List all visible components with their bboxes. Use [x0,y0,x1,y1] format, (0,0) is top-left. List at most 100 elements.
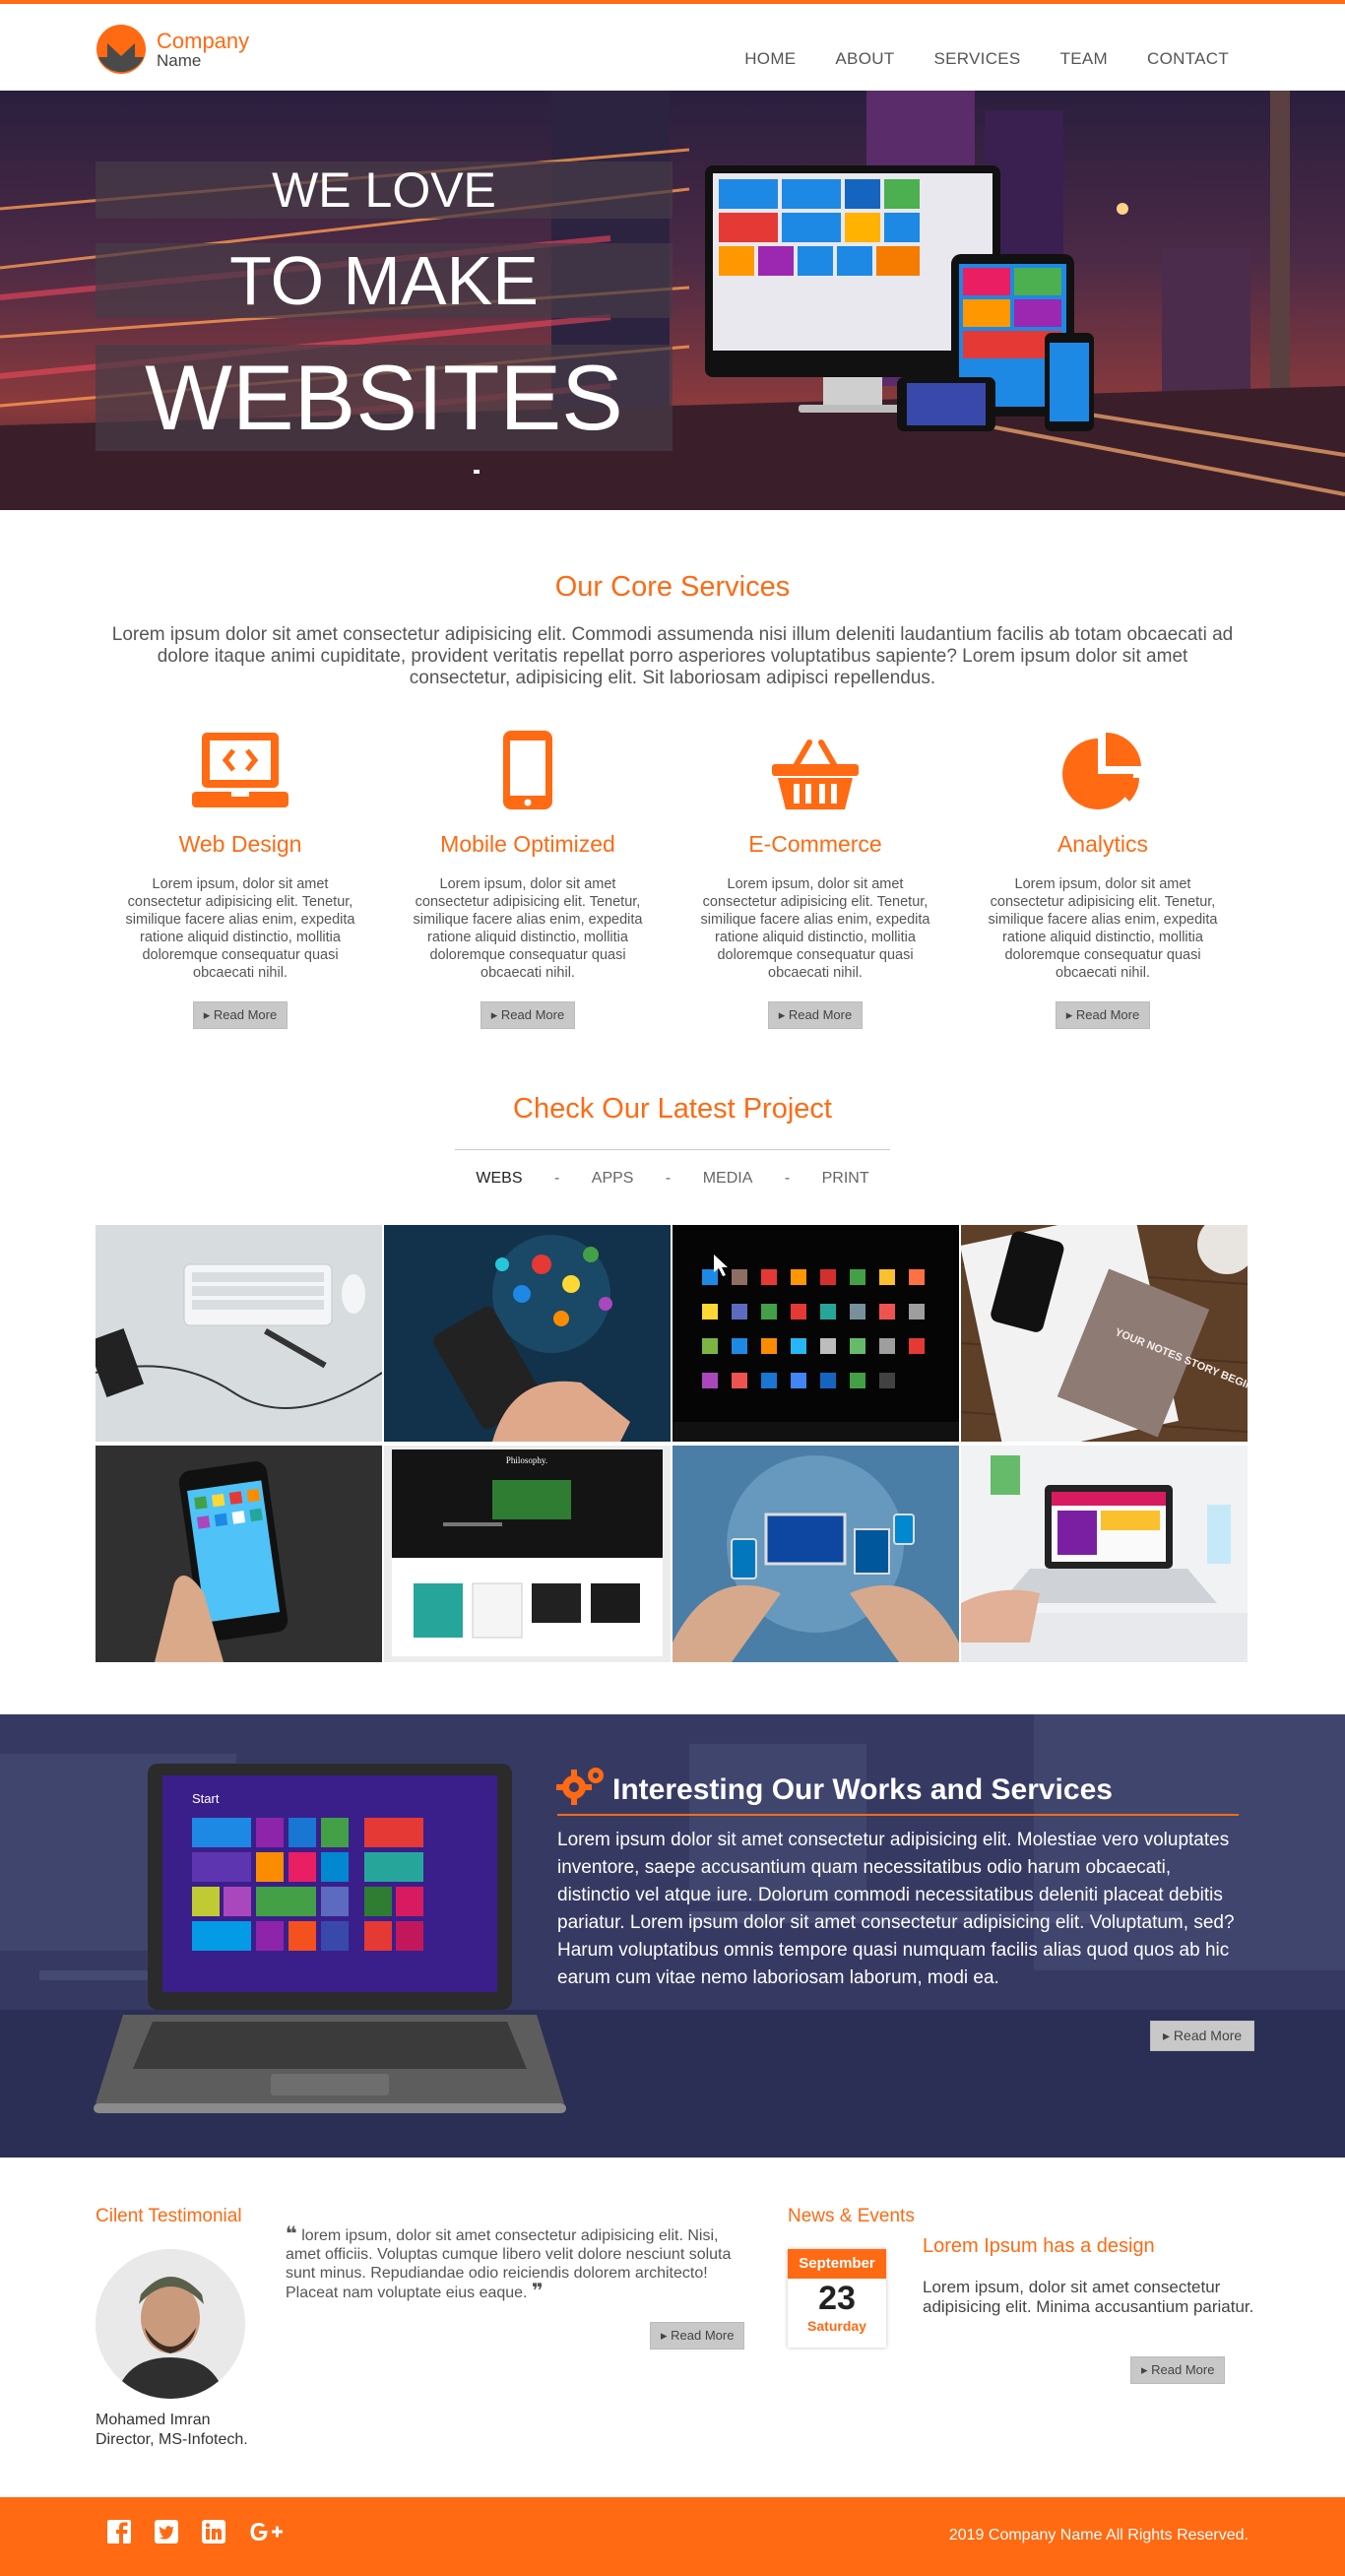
service-text: Lorem ipsum, dolor sit amet consectetur … [700,876,930,981]
project-filters: WEBS - APPS - MEDIA - PRINT [0,1170,1345,1188]
testimonial-read-more-button[interactable]: ▸ Read More [650,2322,745,2350]
nav-about[interactable]: ABOUT [835,49,894,69]
hand-iphone-image [96,1446,382,1662]
laptop-screen-title: Start [192,1791,220,1806]
filter-separator: - [553,1170,560,1187]
filter-apps[interactable]: APPS [592,1170,634,1187]
social-links [106,2519,284,2544]
filter-webs[interactable]: WEBS [476,1170,522,1187]
news-read-more-button[interactable]: ▸ Read More [1130,2356,1226,2384]
calendar-weekday: Saturday [807,2318,866,2334]
read-more-button[interactable]: ▸ Read More [192,1001,288,1029]
service-mobile-optimized: Mobile Optimized Lorem ipsum, dolor sit … [395,727,661,1029]
logo-name: Name [157,50,202,70]
read-more-button[interactable]: ▸ Read More [767,1001,864,1029]
service-title: Mobile Optimized [440,831,615,857]
site-footer: 2019 Company Name All Rights Reserved. [0,2497,1345,2576]
project-tile-notes[interactable]: YOUR NOTES STORY BEGINS HERE [961,1225,1248,1442]
copyright-text: 2019 Company Name All Rights Reserved. [948,2527,1249,2544]
filter-media[interactable]: MEDIA [703,1170,753,1187]
site-header: Company Name HOME ABOUT SERVICES TEAM CO… [0,4,1345,91]
person-name: Mohamed Imran [96,2412,211,2428]
calendar-month: September [788,2249,886,2279]
works-title-underline [557,1814,1239,1816]
service-text: Lorem ipsum, dolor sit amet consectetur … [413,876,643,981]
project-tile-iphone[interactable] [96,1446,382,1662]
shopping-basket-icon [772,740,859,809]
laptop-code-icon [192,733,288,807]
service-text: Lorem ipsum, dolor sit amet consectetur … [988,876,1218,981]
person-role: Director, MS-Infotech. [96,2431,248,2448]
service-text: Lorem ipsum, dolor sit amet consectetur … [125,876,355,981]
hero-banner: WE LOVE TO MAKE WEBSITES [0,91,1345,510]
logo[interactable]: Company Name [96,24,249,75]
testimonial-quote: ❝ lorem ipsum, dolor sit amet consectetu… [286,2223,748,2302]
service-title: E-Commerce [748,831,882,857]
service-web-design: Web Design Lorem ipsum, dolor sit amet c… [107,727,373,1029]
hero-line-2: TO MAKE [96,243,672,318]
works-section: Start Interesting Our Works and Services… [0,1714,1345,2157]
project-tile-blog-template[interactable]: Philosophy. [384,1446,671,1662]
facebook-icon[interactable] [106,2519,132,2544]
laptop-on-desk-image [961,1446,1248,1662]
services-intro: Lorem ipsum dolor sit amet consectetur a… [111,624,1234,688]
quote-close-icon: ❞ [531,2281,544,2302]
news-date-calendar: September 23 Saturday [788,2249,886,2348]
laptop-start-screen-image: Start [94,1764,566,2113]
news-text: Lorem ipsum, dolor sit amet consectetur … [923,2278,1254,2316]
service-e-commerce: E-Commerce Lorem ipsum, dolor sit amet c… [682,727,948,1029]
services-title: Our Core Services [554,571,791,603]
blog-title-text: Philosophy. [506,1455,547,1465]
responsive-devices-illustration [705,165,1094,431]
quote-text: lorem ipsum, dolor sit amet consectetur … [286,2227,732,2301]
avatar [96,2249,245,2399]
nav-services[interactable]: SERVICES [933,49,1020,69]
project-tile-devices-hands[interactable] [672,1446,959,1662]
filter-separator: - [784,1170,791,1187]
calendar-day: 23 [818,2280,856,2317]
blog-template-image: Philosophy. [384,1446,671,1662]
logo-company: Company [157,28,250,53]
mobile-icon [503,731,552,809]
google-plus-icon[interactable] [248,2519,284,2544]
filter-print[interactable]: PRINT [822,1170,869,1187]
works-read-more-button[interactable]: ▸ Read More [1150,2021,1255,2051]
project-tile-keyboard[interactable] [96,1225,382,1442]
hero-line-1: WE LOVE [96,161,672,219]
project-tile-app-drawer[interactable] [672,1225,959,1442]
hand-phone-apps-image [384,1225,671,1442]
twitter-icon[interactable] [154,2519,179,2544]
read-more-button[interactable]: ▸ Read More [1055,1001,1151,1029]
project-gallery: YOUR NOTES STORY BEGINS HERE Philosophy. [96,1225,1249,1662]
hands-floating-devices-image [672,1446,959,1662]
keyboard-desk-image [96,1225,382,1442]
filter-separator: - [665,1170,672,1187]
works-title: Interesting Our Works and Services [612,1773,1113,1806]
service-title: Analytics [1057,831,1149,857]
nav-team[interactable]: TEAM [1060,49,1108,69]
project-tile-phone-apps[interactable] [384,1225,671,1442]
app-drawer-screenshot-image [672,1225,959,1442]
news-title[interactable]: Lorem Ipsum has a design [923,2235,1155,2258]
service-title: Web Design [178,831,302,857]
projects-title-divider [455,1149,890,1150]
linkedin-icon[interactable] [201,2519,226,2544]
quote-open-icon: ❝ [286,2223,297,2245]
nav-contact[interactable]: CONTACT [1147,49,1229,69]
projects-title: Check Our Latest Project [513,1093,832,1125]
logo-m-icon [96,25,146,74]
testimonial-heading: Cilent Testimonial [96,2206,242,2226]
news-heading: News & Events [788,2206,915,2226]
service-analytics: Analytics Lorem ipsum, dolor sit amet co… [970,727,1236,1029]
works-text: Lorem ipsum dolor sit amet consectetur a… [557,1830,1235,1988]
nav-home[interactable]: HOME [744,49,796,69]
hero-slide-indicator[interactable] [474,470,480,474]
read-more-button[interactable]: ▸ Read More [480,1001,576,1029]
testimonial-person: Mohamed Imran Director, MS-Infotech. [96,2411,248,2450]
main-nav: HOME ABOUT SERVICES TEAM CONTACT [744,49,1229,69]
project-tile-laptop-desk[interactable] [961,1446,1248,1662]
testimonial-person-photo [96,2249,245,2399]
notebook-phone-desk-image: YOUR NOTES STORY BEGINS HERE [961,1225,1248,1442]
gears-icon [556,1768,604,1805]
pie-chart-icon [1062,732,1141,809]
